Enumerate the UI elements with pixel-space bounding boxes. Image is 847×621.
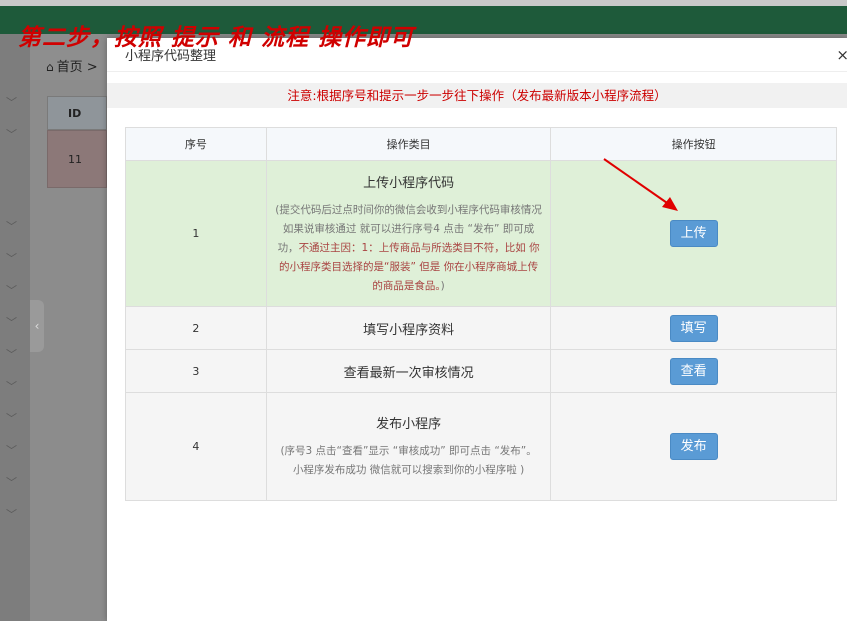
chevron-down-icon[interactable]: ﹀ xyxy=(6,285,18,297)
breadcrumb: ⌂ 首页 > xyxy=(30,50,107,80)
view-button[interactable]: 查看 xyxy=(669,357,718,385)
step-cell: 查看最新一次审核情况 xyxy=(265,349,552,393)
action-cell: 发布 xyxy=(550,392,837,501)
chevron-down-icon[interactable]: ﹀ xyxy=(6,509,18,521)
mini-program-modal: 小程序代码整理 × 注意:根据序号和提示一步一步往下操作（发布最新版本小程序流程… xyxy=(107,38,847,621)
table-header-id: ID xyxy=(47,96,107,130)
column-header: 操作类目 xyxy=(265,127,552,161)
column-header: 操作按钮 xyxy=(550,127,837,161)
chevron-down-icon[interactable]: ﹀ xyxy=(6,445,18,457)
table-header-row: 序号 操作类目 操作按钮 xyxy=(125,127,837,161)
step-description: (提交代码后过点时间你的微信会收到小程序代码审核情况 如果说审核通过 就可以进行… xyxy=(267,201,551,296)
column-header: 序号 xyxy=(125,127,267,161)
table-row: 1 上传小程序代码 (提交代码后过点时间你的微信会收到小程序代码审核情况 如果说… xyxy=(125,160,837,307)
step-title: 发布小程序 xyxy=(376,417,442,432)
step-description: (序号3 点击“查看”显示 “审核成功” 即可点击 “发布”。 小程序发布成功 … xyxy=(280,445,537,476)
action-cell: 填写 xyxy=(550,306,837,350)
chevron-down-icon[interactable]: ﹀ xyxy=(6,129,18,141)
breadcrumb-home[interactable]: 首页 > xyxy=(57,60,98,75)
chevron-down-icon[interactable]: ﹀ xyxy=(6,477,18,489)
sidebar-collapse-toggle[interactable]: ‹ xyxy=(30,300,44,352)
chevron-down-icon[interactable]: ﹀ xyxy=(6,97,18,109)
chevron-down-icon[interactable]: ﹀ xyxy=(6,413,18,425)
browser-strip xyxy=(0,0,847,6)
close-icon[interactable]: × xyxy=(836,46,847,64)
notice-bar: 注意:根据序号和提示一步一步往下操作（发布最新版本小程序流程） xyxy=(107,83,847,108)
step-number: 4 xyxy=(125,392,267,501)
table-cell-id: 11 xyxy=(47,130,107,188)
step-title: 查看最新一次审核情况 xyxy=(343,365,474,381)
operations-table: 序号 操作类目 操作按钮 1 上传小程序代码 (提交代码后过点时间你的微信会收到… xyxy=(125,127,837,501)
overlay-instruction: 第二步，按照 提示 和 流程 操作即可 xyxy=(18,24,415,51)
upload-button[interactable]: 上传 xyxy=(669,220,718,247)
table-row: 3 查看最新一次审核情况 查看 xyxy=(125,349,837,393)
fill-in-button[interactable]: 填写 xyxy=(669,314,718,342)
step-number: 2 xyxy=(125,306,267,350)
step-number: 3 xyxy=(125,349,267,393)
chevron-down-icon[interactable]: ﹀ xyxy=(6,349,18,361)
step-title: 填写小程序资料 xyxy=(363,322,455,338)
publish-button[interactable]: 发布 xyxy=(669,433,718,460)
step-desc-warning: 不通过主因：1：上传商品与所选类目不符，比如 你的小程序类目选择的是“服装” 但… xyxy=(279,241,540,292)
chevron-down-icon[interactable]: ﹀ xyxy=(6,221,18,233)
chevron-down-icon[interactable]: ﹀ xyxy=(6,317,18,329)
table-row: 4 发布小程序 (序号3 点击“查看”显示 “审核成功” 即可点击 “发布”。 … xyxy=(125,392,837,501)
table-row: 2 填写小程序资料 填写 xyxy=(125,306,837,350)
chevron-down-icon[interactable]: ﹀ xyxy=(6,253,18,265)
home-icon: ⌂ xyxy=(46,60,54,74)
sidebar: ﹀ ﹀ ﹀ ﹀ ﹀ ﹀ ﹀ ﹀ ﹀ ﹀ ﹀ ﹀ xyxy=(0,34,30,621)
step-cell: 上传小程序代码 (提交代码后过点时间你的微信会收到小程序代码审核情况 如果说审核… xyxy=(265,160,552,307)
step-cell: 填写小程序资料 xyxy=(265,306,552,350)
action-cell: 上传 xyxy=(550,160,837,307)
chevron-down-icon[interactable]: ﹀ xyxy=(6,381,18,393)
step-desc-end: ) xyxy=(440,279,445,292)
step-number: 1 xyxy=(125,160,267,307)
step-title: 上传小程序代码 xyxy=(363,175,455,191)
action-cell: 查看 xyxy=(550,349,837,393)
background-table: ID 11 xyxy=(47,96,107,188)
step-cell: 发布小程序 (序号3 点击“查看”显示 “审核成功” 即可点击 “发布”。 小程… xyxy=(265,392,552,501)
